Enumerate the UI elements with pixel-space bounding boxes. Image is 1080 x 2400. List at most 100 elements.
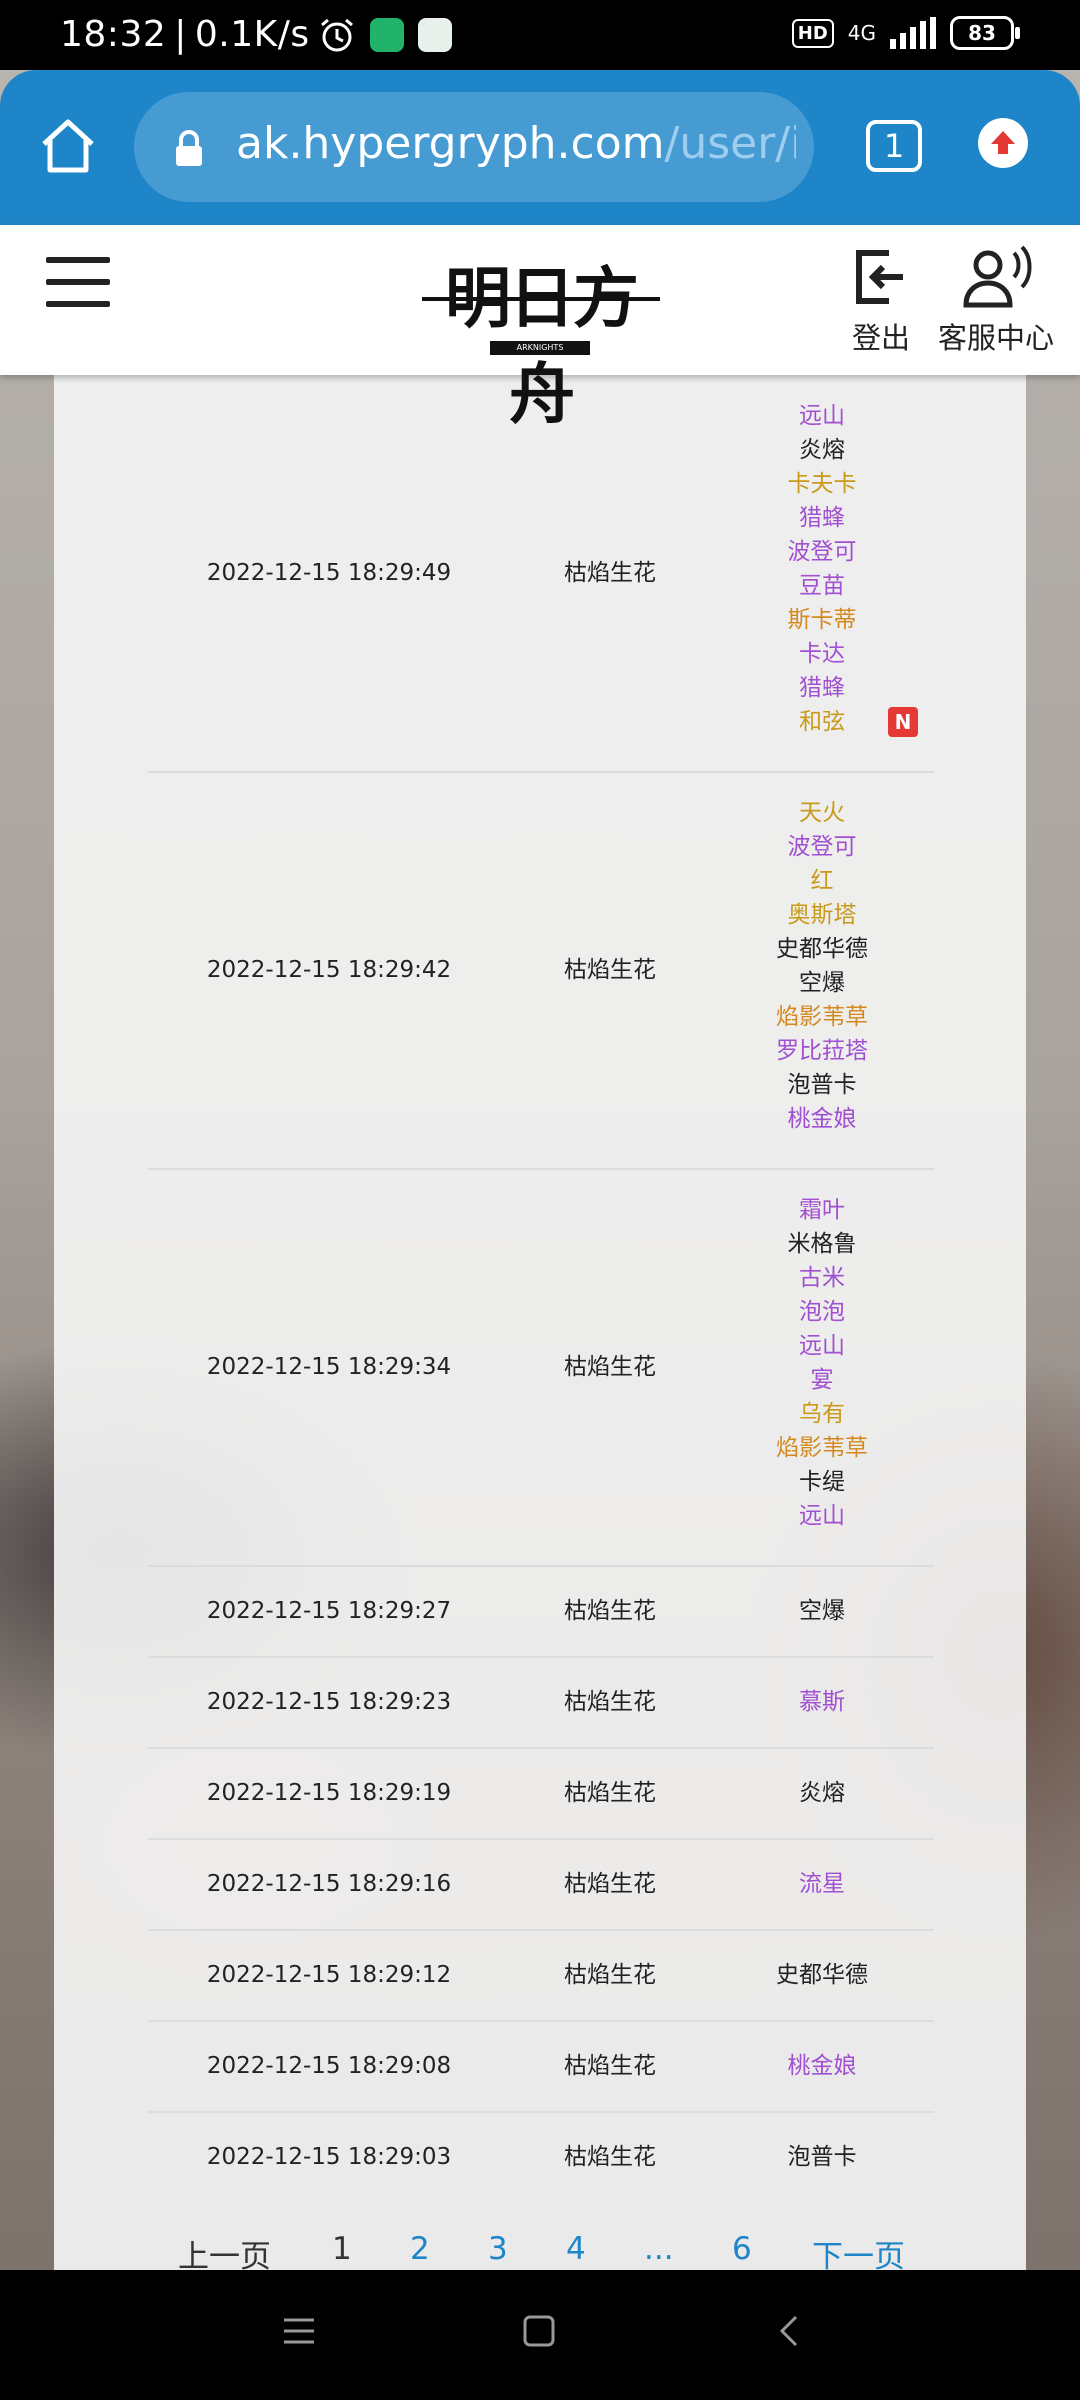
record-pool: 枯焰生花 xyxy=(564,956,656,983)
operator-name: 猎蜂 xyxy=(799,675,845,701)
table-row: 2022-12-15 18:29:42 枯焰生花 天火 波登可红奥斯塔 史都华德 空爆 焰影… xyxy=(148,771,934,1170)
record-time: 2022-12-15 18:29:16 xyxy=(206,1870,452,1897)
operator-name: 霜叶 xyxy=(799,1196,845,1223)
operator-name: 史都华德 xyxy=(776,935,868,962)
status-bar: 18:32 | 0.1K/s HD 4G 83 xyxy=(0,0,1080,70)
navigation-bar xyxy=(0,2270,1080,2400)
alarm-icon xyxy=(320,18,353,51)
operator-name: 卡夫卡 xyxy=(787,471,857,497)
home-icon[interactable] xyxy=(36,114,100,178)
table-row: 2022-12-15 18:29:08 枯焰生花 桃金娘 xyxy=(148,2020,934,2113)
operator-name: 泡普卡 xyxy=(787,2143,857,2170)
record-time: 2022-12-15 18:29:19 xyxy=(206,1779,452,1806)
operator-name: 米格鲁 xyxy=(787,1230,857,1257)
status-net-speed: 0.1K/s xyxy=(194,14,310,55)
page-6-link[interactable]: 6 xyxy=(732,2231,752,2267)
operator-name: 慕斯 xyxy=(799,1688,845,1715)
customer-service-button[interactable]: 客服中心 xyxy=(936,245,1056,357)
page-3-link[interactable]: 3 xyxy=(488,2231,508,2267)
tabs-button[interactable]: 1 xyxy=(866,120,922,172)
hd-badge: HD xyxy=(791,18,834,48)
operator-list: 天火 波登可红奥斯塔 史都华德 空爆 焰影苇草 罗比菈塔 泡普卡 桃金娘 xyxy=(710,796,934,1136)
record-pool: 枯焰生花 xyxy=(564,1779,656,1806)
logout-button[interactable]: 登出 xyxy=(848,245,914,357)
record-pool: 枯焰生花 xyxy=(564,1597,656,1624)
address-bar[interactable]: ak.hypergryph.com/user/ir xyxy=(134,92,814,202)
battery-icon: 83 xyxy=(950,16,1020,50)
status-time: 18:32 xyxy=(60,14,167,55)
operator-name: 卡缇 xyxy=(799,1468,845,1495)
record-pool: 枯焰生花 xyxy=(564,1688,656,1715)
lock-icon xyxy=(176,130,202,166)
operator-name: 远山 xyxy=(799,403,845,429)
operator-name: 炎熔 xyxy=(799,1779,845,1806)
arrow-up-icon xyxy=(991,131,1015,154)
operator-name: 斯卡蒂 xyxy=(787,607,857,633)
record-pool: 枯焰生花 xyxy=(564,1353,656,1380)
operator-name: 乌有 xyxy=(799,1400,845,1427)
next-page-link[interactable]: 下一页 xyxy=(812,2231,905,2270)
operator-list: 史都华德 xyxy=(710,1958,934,1992)
table-row: 2022-12-15 18:29:12 枯焰生花 史都华德 xyxy=(148,1929,934,2022)
table-row: 2022-12-15 18:29:16 枯焰生花 流星 xyxy=(148,1838,934,1931)
record-time: 2022-12-15 18:29:27 xyxy=(206,1597,452,1624)
logout-icon xyxy=(856,250,903,304)
operator-name: 焰影苇草 xyxy=(776,1003,868,1030)
operator-name: 泡泡 xyxy=(799,1298,845,1325)
record-time: 2022-12-15 18:29:08 xyxy=(206,2052,452,2079)
operator-name: 空爆 xyxy=(799,1597,845,1624)
prev-page-link[interactable]: 上一页 xyxy=(178,2231,271,2270)
table-row: 2022-12-15 18:29:03 枯焰生花 泡普卡 xyxy=(148,2111,934,2202)
operator-list: 流星 xyxy=(710,1867,934,1901)
upload-button[interactable] xyxy=(978,118,1028,168)
operator-name: 波登可 xyxy=(787,539,857,565)
record-pool: 枯焰生花 xyxy=(564,2143,656,2170)
operator-list: 远山 炎熔 卡夫卡 猎蜂 波登可 豆苗 斯卡蒂 卡达 猎蜂 和弦 N xyxy=(710,399,934,739)
operator-list: 霜叶 米格鲁 古米 泡泡 远山宴乌有 焰影苇草 卡缇 远山 xyxy=(710,1193,934,1533)
page-4-link[interactable]: 4 xyxy=(566,2231,586,2267)
arknights-logo[interactable]: 明日方舟 ARKNIGHTS xyxy=(416,245,666,433)
operator-list: 炎熔 xyxy=(710,1776,934,1810)
record-pool: 枯焰生花 xyxy=(564,1961,656,1988)
record-time: 2022-12-15 18:29:34 xyxy=(206,1353,452,1380)
page-2-link[interactable]: 2 xyxy=(410,2231,430,2267)
signal-icon xyxy=(890,17,936,49)
record-pool: 枯焰生花 xyxy=(564,2052,656,2079)
operator-name: 焰影苇草 xyxy=(776,1434,868,1461)
record-time: 2022-12-15 18:29:49 xyxy=(206,560,452,586)
operator-list: 泡普卡 xyxy=(710,2140,934,2174)
operator-name: 卡达 xyxy=(799,641,845,667)
operator-name: 宴 xyxy=(810,1366,834,1393)
network-type: 4G xyxy=(847,21,876,45)
record-time: 2022-12-15 18:29:23 xyxy=(206,1688,452,1715)
operator-name: 远山 xyxy=(799,1502,845,1529)
record-time: 2022-12-15 18:29:12 xyxy=(206,1961,452,1988)
page-1-link[interactable]: 1 xyxy=(332,2231,352,2267)
menu-button[interactable] xyxy=(46,257,110,313)
url-text: ak.hypergryph.com/user/ir xyxy=(236,118,796,169)
table-row: 2022-12-15 18:29:27 枯焰生花 空爆 xyxy=(148,1565,934,1658)
operator-name: 桃金娘 xyxy=(787,2052,857,2079)
new-badge: N xyxy=(888,707,918,737)
operator-name: 空爆 xyxy=(799,969,845,996)
operator-name: 波登可 xyxy=(787,833,857,860)
headset-icon xyxy=(963,245,1032,308)
operator-name: 罗比菈塔 xyxy=(776,1037,868,1064)
page-ellipsis[interactable]: ... xyxy=(644,2231,674,2267)
record-time: 2022-12-15 18:29:03 xyxy=(206,2143,452,2170)
table-row: 2022-12-15 18:29:34 枯焰生花 霜叶 米格鲁 古米 泡泡 远山宴乌有 焰影苇… xyxy=(148,1168,934,1567)
robot-app-icon xyxy=(417,17,452,52)
operator-list: 慕斯 xyxy=(710,1685,934,1719)
operator-list: 空爆 xyxy=(710,1594,934,1628)
operator-name: 炎熔 xyxy=(799,437,845,463)
operator-name: 流星 xyxy=(799,1870,845,1897)
back-icon[interactable] xyxy=(772,2314,806,2348)
record-time: 2022-12-15 18:29:42 xyxy=(206,956,452,983)
operator-name: 红 xyxy=(810,867,834,894)
home-nav-icon[interactable] xyxy=(522,2314,556,2348)
operator-name: 奥斯塔 xyxy=(787,901,857,928)
operator-name: 豆苗 xyxy=(799,573,845,599)
site-header: 明日方舟 ARKNIGHTS 登出 客服中心 xyxy=(0,225,1080,433)
operator-list: 桃金娘 xyxy=(710,2049,934,2083)
recent-apps-icon[interactable] xyxy=(282,2314,316,2348)
